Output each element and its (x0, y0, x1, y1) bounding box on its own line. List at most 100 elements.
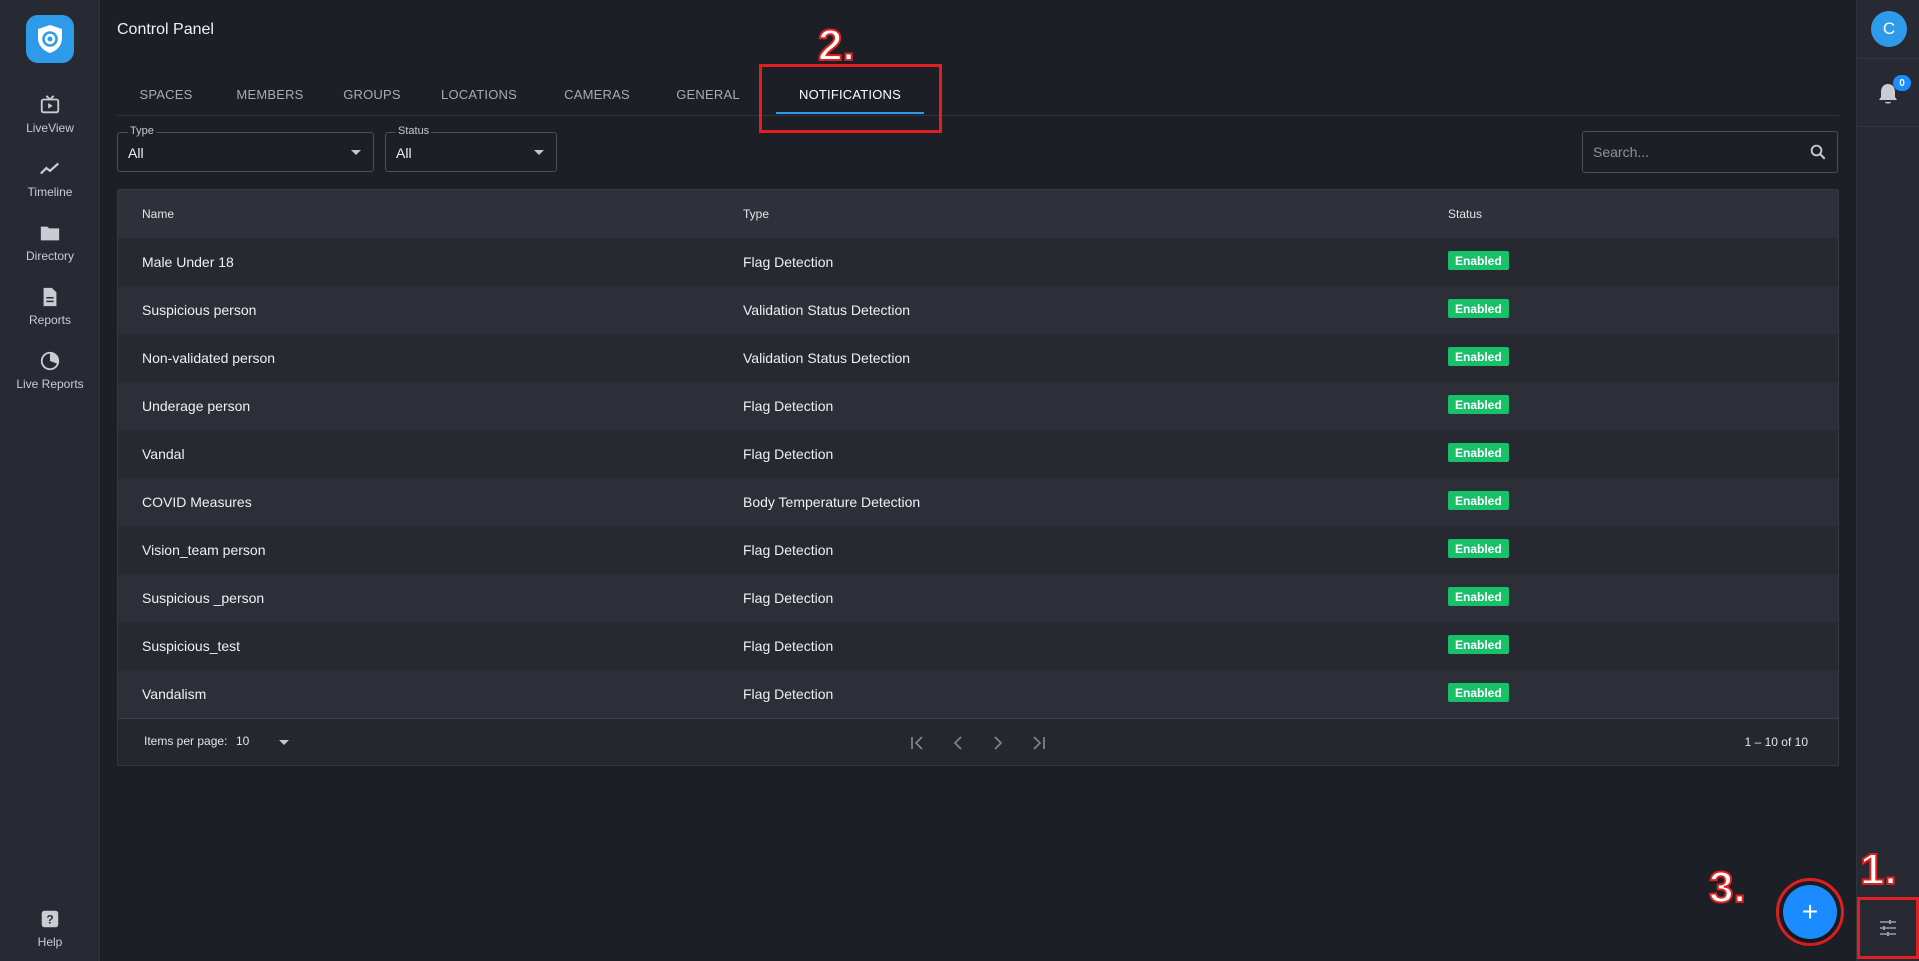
row-name: Vandalism (142, 686, 207, 702)
annotation-marker-1: 1. (1859, 845, 1898, 894)
chevron-down-icon (351, 150, 361, 155)
notification-count-badge: 0 (1893, 75, 1911, 91)
annotation-box-tab (759, 64, 942, 133)
last-page-button[interactable] (1026, 732, 1050, 754)
row-type: Flag Detection (743, 686, 834, 702)
status-select-label: Status (396, 125, 432, 137)
table-row[interactable]: Vision_team person Flag Detection Enable… (118, 526, 1838, 574)
status-badge: Enabled (1448, 539, 1509, 558)
timeline-icon (40, 162, 59, 175)
tab-cameras[interactable]: CAMERAS (539, 72, 655, 116)
tab-groups[interactable]: GROUPS (325, 72, 419, 116)
column-header-type[interactable]: Type (743, 207, 769, 221)
search-box (1582, 131, 1838, 173)
tab-members[interactable]: MEMBERS (215, 72, 325, 116)
nav-label: Timeline (27, 185, 73, 199)
row-type: Flag Detection (743, 542, 834, 558)
nav-label: Help (37, 935, 63, 949)
annotation-marker-2: 2. (817, 21, 856, 70)
nav-live-reports[interactable]: Live Reports (0, 350, 100, 408)
tab-spaces[interactable]: SPACES (117, 72, 215, 116)
first-page-button[interactable] (906, 732, 930, 754)
row-name: Vision_team person (142, 542, 266, 558)
table-row[interactable]: Suspicious person Validation Status Dete… (118, 286, 1838, 334)
status-badge: Enabled (1448, 395, 1509, 414)
annotation-marker-3: 3. (1708, 863, 1747, 912)
nav-label: LiveView (26, 121, 74, 135)
table-row[interactable]: Suspicious _person Flag Detection Enable… (118, 574, 1838, 622)
nav-label: Directory (25, 249, 74, 263)
page-title: Control Panel (117, 21, 214, 38)
folder-icon (40, 226, 60, 241)
nav-directory[interactable]: Directory (0, 222, 100, 280)
report-icon (43, 287, 57, 307)
status-badge: Enabled (1448, 635, 1509, 654)
row-type: Flag Detection (743, 446, 834, 462)
table-row[interactable]: Suspicious_test Flag Detection Enabled (118, 622, 1838, 670)
previous-page-button[interactable] (946, 732, 970, 754)
column-header-name[interactable]: Name (142, 207, 174, 221)
row-name: Suspicious _person (142, 590, 265, 606)
row-name: Male Under 18 (142, 254, 234, 270)
tab-general[interactable]: GENERAL (655, 72, 761, 116)
filter-settings-button[interactable] (1857, 897, 1919, 959)
row-type: Flag Detection (743, 638, 834, 654)
right-rail: C 0 (1856, 0, 1919, 961)
type-select[interactable]: Type All (117, 125, 374, 172)
row-name: Suspicious_test (142, 638, 241, 654)
status-badge: Enabled (1448, 587, 1509, 606)
nav-liveview[interactable]: LiveView (0, 94, 100, 152)
search-icon[interactable] (1809, 143, 1827, 161)
status-badge: Enabled (1448, 683, 1509, 702)
row-type: Body Temperature Detection (743, 494, 921, 510)
items-per-page-label: Items per page: (144, 734, 228, 748)
row-type: Flag Detection (743, 590, 834, 606)
help-icon: ? (41, 910, 59, 928)
svg-text:?: ? (46, 913, 53, 927)
type-select-label: Type (128, 125, 156, 137)
nav-label: Live Reports (16, 377, 84, 391)
search-input[interactable] (1593, 132, 1803, 172)
avatar[interactable]: C (1871, 11, 1907, 47)
tune-icon (1880, 920, 1896, 936)
add-notification-button[interactable]: + (1783, 885, 1837, 939)
tab-bar: SPACES MEMBERS GROUPS LOCATIONS CAMERAS … (117, 72, 1839, 116)
row-name: Suspicious person (142, 302, 257, 318)
column-header-status[interactable]: Status (1448, 207, 1482, 221)
app-logo-icon[interactable] (26, 15, 74, 63)
notifications-table: Name Type Status Male Under 18 Flag Dete… (117, 189, 1839, 766)
row-type: Flag Detection (743, 398, 834, 414)
chevron-down-icon[interactable] (279, 740, 289, 745)
nav-help[interactable]: ? Help (0, 908, 100, 961)
tab-locations[interactable]: LOCATIONS (419, 72, 539, 116)
table-row[interactable]: Vandal Flag Detection Enabled (118, 430, 1838, 478)
table-row[interactable]: COVID Measures Body Temperature Detectio… (118, 478, 1838, 526)
row-type: Flag Detection (743, 254, 834, 270)
nav-label: Reports (28, 313, 72, 327)
row-name: Underage person (142, 398, 251, 414)
status-badge: Enabled (1448, 251, 1509, 270)
table-header: Name Type Status (118, 190, 1838, 239)
row-name: Non-validated person (142, 350, 276, 366)
nav-reports[interactable]: Reports (0, 286, 100, 344)
type-select-value: All (128, 145, 144, 161)
row-type: Validation Status Detection (743, 350, 911, 366)
next-page-button[interactable] (986, 732, 1010, 754)
items-per-page-select[interactable]: 10 (236, 734, 249, 748)
status-select-value: All (396, 145, 412, 161)
table-row[interactable]: Vandalism Flag Detection Enabled (118, 670, 1838, 718)
left-nav: LiveView Timeline Directory Reports Live… (0, 0, 100, 961)
paginator: Items per page: 10 1 – 10 of 10 (118, 718, 1838, 765)
page-range: 1 – 10 of 10 (1744, 735, 1808, 749)
divider (1857, 58, 1919, 59)
table-row[interactable]: Male Under 18 Flag Detection Enabled (118, 238, 1838, 286)
table-row[interactable]: Non-validated person Validation Status D… (118, 334, 1838, 382)
nav-timeline[interactable]: Timeline (0, 158, 100, 216)
chevron-left-icon (953, 736, 962, 750)
last-page-icon (1033, 736, 1045, 750)
chevron-down-icon (534, 150, 544, 155)
table-row[interactable]: Underage person Flag Detection Enabled (118, 382, 1838, 430)
status-select[interactable]: Status All (385, 125, 557, 172)
row-type: Validation Status Detection (743, 302, 911, 318)
liveview-icon (40, 95, 60, 114)
